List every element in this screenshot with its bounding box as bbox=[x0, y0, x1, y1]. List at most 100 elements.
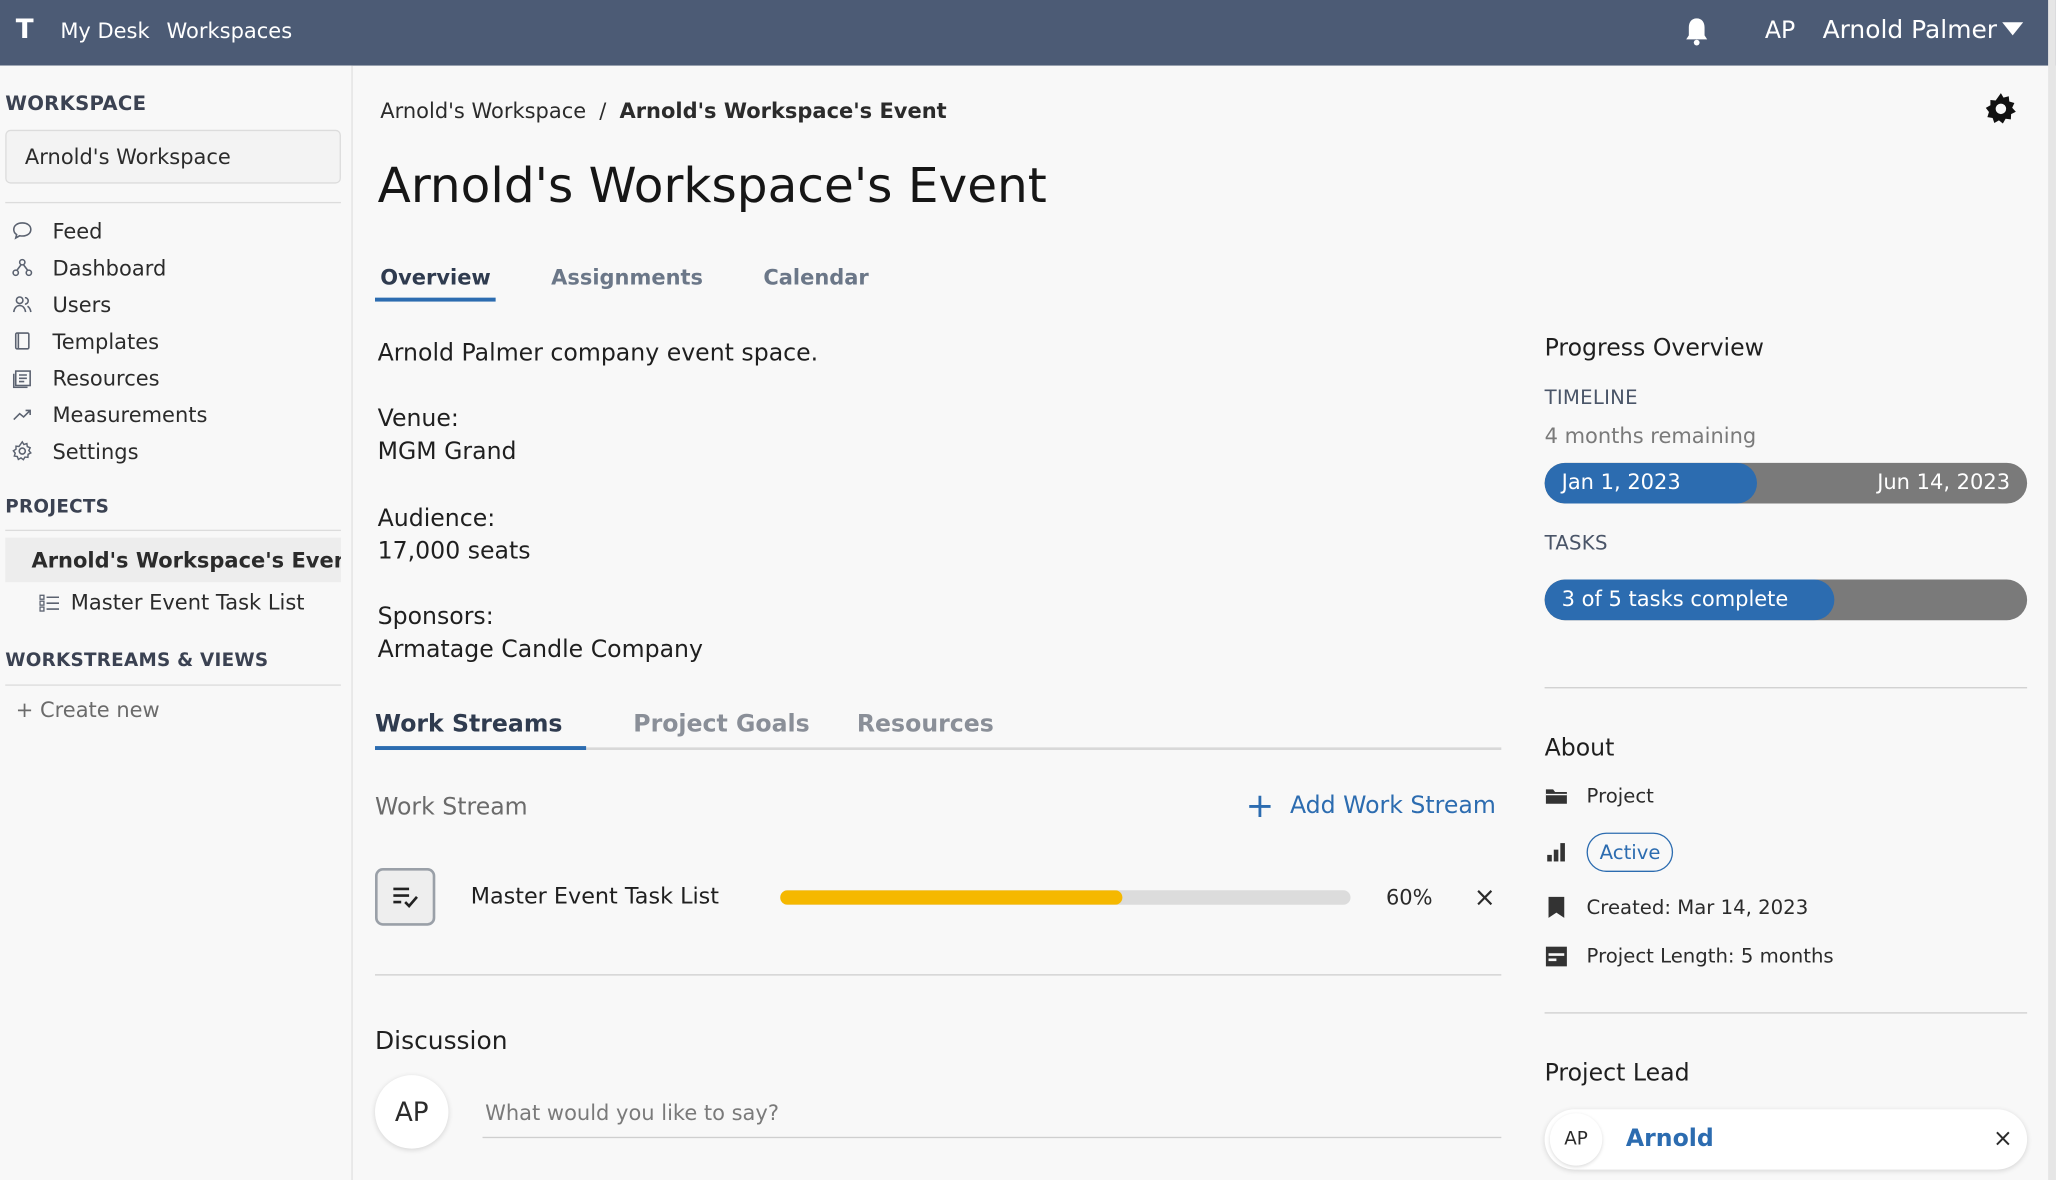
audience-label: Audience: bbox=[377, 504, 496, 533]
bookmark-icon bbox=[1545, 896, 1569, 920]
sidebar-divider bbox=[5, 529, 341, 532]
project-item-active[interactable]: Arnold's Workspace's Event bbox=[5, 537, 341, 583]
about-type-row: Project bbox=[1545, 784, 1654, 808]
project-sub-item[interactable]: Master Event Task List bbox=[39, 590, 305, 615]
venue-label: Venue: bbox=[377, 405, 459, 433]
create-new-link[interactable]: + Create new bbox=[16, 698, 160, 723]
trend-icon bbox=[10, 403, 34, 427]
app-logo[interactable]: T bbox=[16, 13, 34, 44]
resources-icon bbox=[10, 366, 34, 390]
workstreams-heading: WORKSTREAMS & VIEWS bbox=[5, 650, 269, 672]
sidebar-item-label: Dashboard bbox=[52, 255, 167, 280]
tab-project-goals[interactable]: Project Goals bbox=[633, 708, 809, 750]
sidebar-item-label: Users bbox=[52, 291, 112, 317]
sidebar-item-measurements[interactable]: Measurements bbox=[10, 399, 207, 430]
timeline-remaining: 4 months remaining bbox=[1544, 423, 1757, 449]
user-menu-caret-icon[interactable] bbox=[2002, 22, 2024, 36]
sidebar-item-resources[interactable]: Resources bbox=[10, 362, 160, 393]
sponsors-label: Sponsors: bbox=[377, 603, 494, 631]
right-panel-divider bbox=[1544, 687, 2028, 689]
sidebar-item-label: Templates bbox=[52, 328, 160, 354]
tab-overview[interactable]: Overview bbox=[375, 260, 497, 302]
sidebar-item-templates[interactable]: Templates bbox=[10, 325, 159, 356]
chat-bubble-icon bbox=[10, 219, 34, 243]
remove-lead-button[interactable]: × bbox=[1993, 1125, 2013, 1153]
progress-overview-title: Progress Overview bbox=[1544, 334, 1764, 362]
audience-value: 17,000 seats bbox=[377, 537, 531, 566]
sidebar-item-label: Measurements bbox=[52, 401, 208, 427]
project-lead-card: AP Arnold × bbox=[1544, 1109, 2028, 1170]
task-list-icon bbox=[39, 593, 60, 612]
folder-icon bbox=[1545, 784, 1569, 808]
sidebar-item-label: Resources bbox=[52, 365, 160, 391]
sidebar-item-feed[interactable]: Feed bbox=[10, 215, 102, 246]
breadcrumb: Arnold's Workspace / Arnold's Workspace'… bbox=[380, 98, 946, 123]
about-status-row: Active bbox=[1545, 832, 1674, 872]
calendar-icon bbox=[1545, 944, 1569, 968]
project-sub-label: Master Event Task List bbox=[70, 590, 305, 615]
work-stream-progress-fill bbox=[780, 890, 1123, 905]
breadcrumb-separator: / bbox=[599, 98, 607, 124]
signal-bars-icon bbox=[1545, 840, 1569, 864]
notification-bell-icon[interactable] bbox=[1684, 16, 1710, 47]
task-list-check-icon[interactable] bbox=[375, 868, 436, 926]
work-stream-header: Work Stream bbox=[375, 793, 528, 821]
user-name[interactable]: Arnold Palmer bbox=[1823, 16, 1997, 45]
page-tabs: Overview Assignments Calendar bbox=[375, 260, 924, 302]
work-stream-name[interactable]: Master Event Task List bbox=[471, 884, 719, 910]
nav-my-desk[interactable]: My Desk bbox=[60, 18, 149, 43]
workspace-selector[interactable]: Arnold's Workspace bbox=[5, 129, 341, 184]
network-icon bbox=[10, 256, 34, 280]
add-work-stream-label: Add Work Stream bbox=[1289, 791, 1496, 820]
project-item-label: Arnold's Workspace's Event bbox=[31, 547, 341, 573]
app-canvas: T My Desk Workspaces AP Arnold Palmer WO… bbox=[0, 0, 2056, 1180]
discussion-input[interactable] bbox=[482, 1088, 1502, 1139]
about-created-row: Created: Mar 14, 2023 bbox=[1545, 895, 1809, 920]
tasks-label: TASKS bbox=[1544, 531, 1608, 555]
status-badge[interactable]: Active bbox=[1586, 832, 1674, 872]
breadcrumb-parent[interactable]: Arnold's Workspace bbox=[380, 98, 586, 123]
sidebar-divider bbox=[5, 684, 341, 686]
avatar: AP bbox=[1549, 1113, 1603, 1166]
settings-gear-icon[interactable] bbox=[1984, 92, 2018, 126]
work-stream-divider bbox=[375, 974, 1502, 976]
about-length-row: Project Length: 5 months bbox=[1545, 944, 1834, 968]
about-title: About bbox=[1544, 734, 1615, 762]
about-type: Project bbox=[1586, 784, 1654, 808]
projects-heading: PROJECTS bbox=[5, 496, 110, 518]
section-tabs: Work Streams Project Goals Resources bbox=[375, 708, 1502, 751]
avatar: AP bbox=[375, 1075, 449, 1149]
tab-work-streams[interactable]: Work Streams bbox=[375, 708, 587, 751]
about-created: Created: Mar 14, 2023 bbox=[1586, 895, 1809, 920]
project-description: Arnold Palmer company event space. bbox=[377, 339, 819, 368]
tab-assignments[interactable]: Assignments bbox=[546, 260, 708, 302]
gear-icon bbox=[10, 439, 34, 463]
add-work-stream-button[interactable]: + Add Work Stream bbox=[1245, 786, 1496, 826]
sponsors-value: Armatage Candle Company bbox=[377, 635, 703, 664]
tasks-complete-text: 3 of 5 tasks complete bbox=[1561, 586, 1789, 612]
plus-icon: + bbox=[1245, 786, 1275, 826]
sidebar-item-dashboard[interactable]: Dashboard bbox=[10, 252, 166, 283]
template-icon bbox=[10, 329, 34, 353]
nav-workspaces[interactable]: Workspaces bbox=[167, 18, 293, 43]
project-lead-name[interactable]: Arnold bbox=[1626, 1125, 1714, 1153]
scrollbar[interactable] bbox=[2048, 0, 2056, 1180]
timeline-label: TIMELINE bbox=[1544, 385, 1638, 410]
remove-work-stream-button[interactable]: × bbox=[1474, 881, 1496, 912]
breadcrumb-current: Arnold's Workspace's Event bbox=[619, 98, 947, 124]
tab-calendar[interactable]: Calendar bbox=[758, 260, 874, 302]
venue-value: MGM Grand bbox=[377, 437, 517, 466]
tab-resources[interactable]: Resources bbox=[857, 708, 994, 750]
about-length: Project Length: 5 months bbox=[1586, 944, 1834, 968]
work-stream-progress-bar bbox=[780, 890, 1351, 905]
user-initials[interactable]: AP bbox=[1765, 17, 1795, 45]
work-stream-percent: 60% bbox=[1385, 885, 1433, 910]
sidebar-item-settings[interactable]: Settings bbox=[10, 435, 138, 466]
sidebar-item-label: Settings bbox=[52, 438, 139, 464]
right-panel-divider bbox=[1544, 1012, 2028, 1014]
project-lead-title: Project Lead bbox=[1544, 1059, 1690, 1087]
sidebar-item-users[interactable]: Users bbox=[10, 288, 111, 319]
timeline-end: Jun 14, 2023 bbox=[1877, 469, 2011, 495]
discussion-title: Discussion bbox=[375, 1026, 508, 1056]
page-title: Arnold's Workspace's Event bbox=[377, 157, 1047, 214]
